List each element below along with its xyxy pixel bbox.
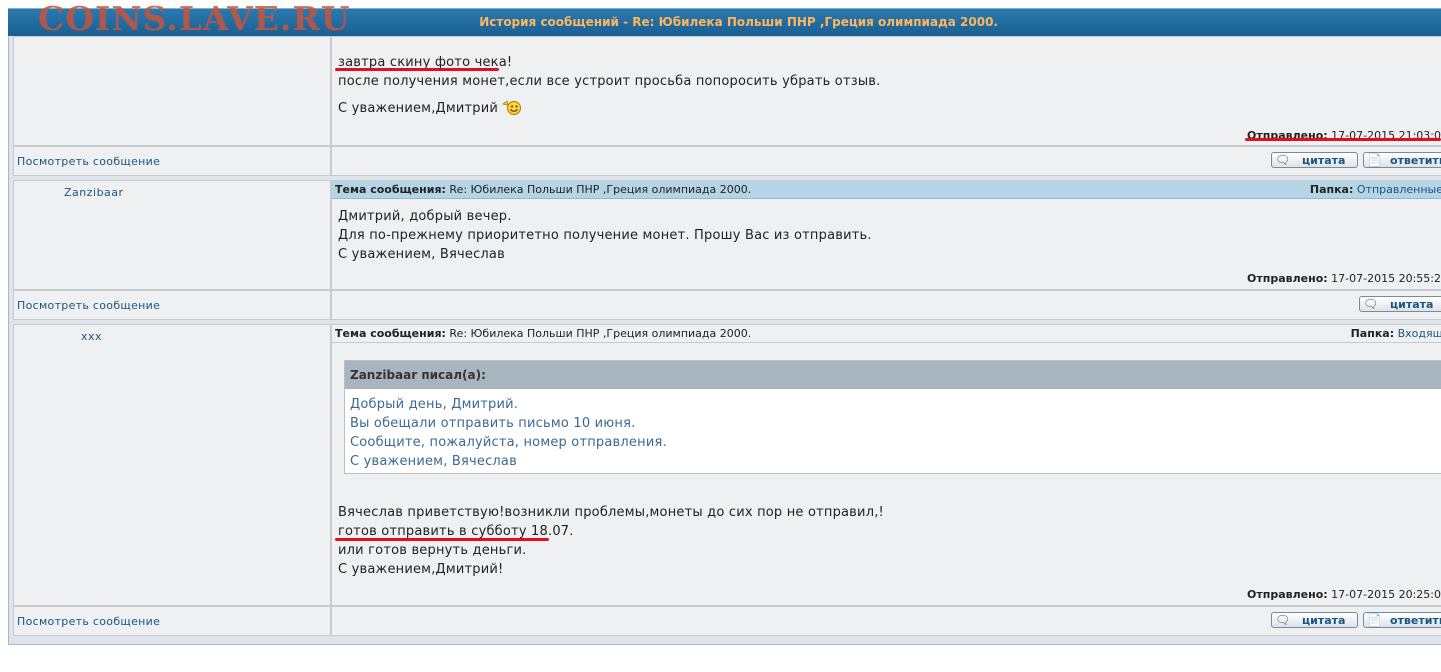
message-1-text: завтра скину фото чека! после получения … (338, 53, 880, 118)
quote-line: С уважением, Вячеслав (350, 454, 517, 469)
message-3-sent: Отправлено: 17-07-2015 20:25:0 (1247, 588, 1441, 601)
message-2-folder: Папка: Отправленные (1309, 183, 1441, 196)
message-1-line: после получения монет,если все устроит п… (338, 74, 881, 89)
message-2-footer: 🗨 цитата (331, 290, 1441, 320)
watermark: COINS.LAVE.RU (38, 0, 351, 38)
message-history: завтра скину фото чека! после получения … (8, 36, 1441, 645)
smiley-icon (502, 100, 522, 115)
message-1-footer: 🗨 цитата 📄 ответить (331, 146, 1441, 176)
sent-timestamp: 17-07-2015 20:55:2 (1331, 272, 1441, 285)
quote-icon: 🗨 (1363, 297, 1379, 311)
message-1-body: завтра скину фото чека! после получения … (331, 36, 1441, 146)
annotation-underline (335, 68, 499, 71)
quote-line: Сообщите, пожалуйста, номер отправления. (350, 435, 667, 450)
sent-timestamp: 17-07-2015 20:25:0 (1331, 588, 1441, 601)
author-name[interactable]: xxx (81, 330, 102, 343)
reply-button[interactable]: 📄 ответить (1363, 152, 1441, 168)
message-2-line: Для по-прежнему приоритетно получение мо… (338, 228, 872, 243)
sent-label: Отправлено: (1247, 272, 1328, 285)
annotation-underline (1245, 138, 1441, 141)
message-2-line: С уважением, Вячеслав (338, 247, 505, 262)
sent-label: Отправлено: (1247, 588, 1328, 601)
message-2-subject: Тема сообщения: Re: Юбилека Польши ПНР ,… (335, 183, 752, 196)
reply-icon: 📄 (1367, 153, 1382, 167)
message-2-line: Дмитрий, добрый вечер. (338, 209, 512, 224)
page: COINS.LAVE.RU История сообщений - Re: Юб… (0, 0, 1441, 672)
message-3-author-cell: xxx (13, 324, 331, 606)
message-2-text: Дмитрий, добрый вечер. Для по-прежнему п… (338, 207, 872, 264)
folder-link[interactable]: Отправленные (1357, 183, 1441, 196)
view-message-link[interactable]: Посмотреть сообщение (17, 299, 160, 312)
quote-body: Добрый день, Дмитрий. Вы обещали отправи… (345, 389, 1441, 471)
quote-line: Вы обещали отправить письмо 10 июня. (350, 416, 636, 431)
reply-button[interactable]: 📄 ответить (1363, 612, 1441, 628)
quoted-message: Zanzibaar писал(а): Добрый день, Дмитрий… (344, 360, 1441, 474)
view-message-link[interactable]: Посмотреть сообщение (17, 155, 160, 168)
quote-button[interactable]: 🗨 цитата (1271, 612, 1358, 628)
message-3-folder: Папка: Входящ (1350, 327, 1441, 340)
quote-icon: 🗨 (1275, 613, 1291, 627)
quote-button[interactable]: 🗨 цитата (1359, 296, 1441, 312)
quote-button[interactable]: 🗨 цитата (1271, 152, 1358, 168)
message-2-footer-left: Посмотреть сообщение (13, 290, 331, 320)
message-2-subject-bar: Тема сообщения: Re: Юбилека Польши ПНР ,… (332, 181, 1441, 199)
message-2-body: Тема сообщения: Re: Юбилека Польши ПНР ,… (331, 180, 1441, 290)
quote-icon: 🗨 (1275, 153, 1291, 167)
message-3-text: Вячеслав приветствую!возникли проблемы,м… (338, 503, 884, 579)
message-2-author-cell: Zanzibaar (13, 180, 331, 290)
message-3-line: или готов вернуть деньги. (338, 543, 527, 558)
message-3-body: Тема сообщения: Re: Юбилека Польши ПНР ,… (331, 324, 1441, 606)
message-3-footer: 🗨 цитата 📄 ответить (331, 606, 1441, 636)
message-2-sent: Отправлено: 17-07-2015 20:55:2 (1247, 272, 1441, 285)
quote-header: Zanzibaar писал(а): (345, 361, 1441, 389)
message-1-author-cell (13, 36, 331, 146)
message-1-line: С уважением,Дмитрий (338, 101, 499, 116)
folder-link[interactable]: Входящ (1398, 327, 1441, 340)
message-3-line: Вячеслав приветствую!возникли проблемы,м… (338, 505, 884, 520)
annotation-underline (335, 538, 549, 541)
reply-icon: 📄 (1367, 613, 1382, 627)
view-message-link[interactable]: Посмотреть сообщение (17, 615, 160, 628)
quote-line: Добрый день, Дмитрий. (350, 397, 519, 412)
author-name[interactable]: Zanzibaar (64, 186, 124, 199)
message-1-footer-left: Посмотреть сообщение (13, 146, 331, 176)
message-3-footer-left: Посмотреть сообщение (13, 606, 331, 636)
message-1-signature: С уважением,Дмитрий (338, 91, 880, 118)
message-3-line: С уважением,Дмитрий! (338, 562, 504, 577)
message-3-subject-bar: Тема сообщения: Re: Юбилека Польши ПНР ,… (332, 325, 1441, 343)
message-3-subject: Тема сообщения: Re: Юбилека Польши ПНР ,… (335, 327, 752, 340)
